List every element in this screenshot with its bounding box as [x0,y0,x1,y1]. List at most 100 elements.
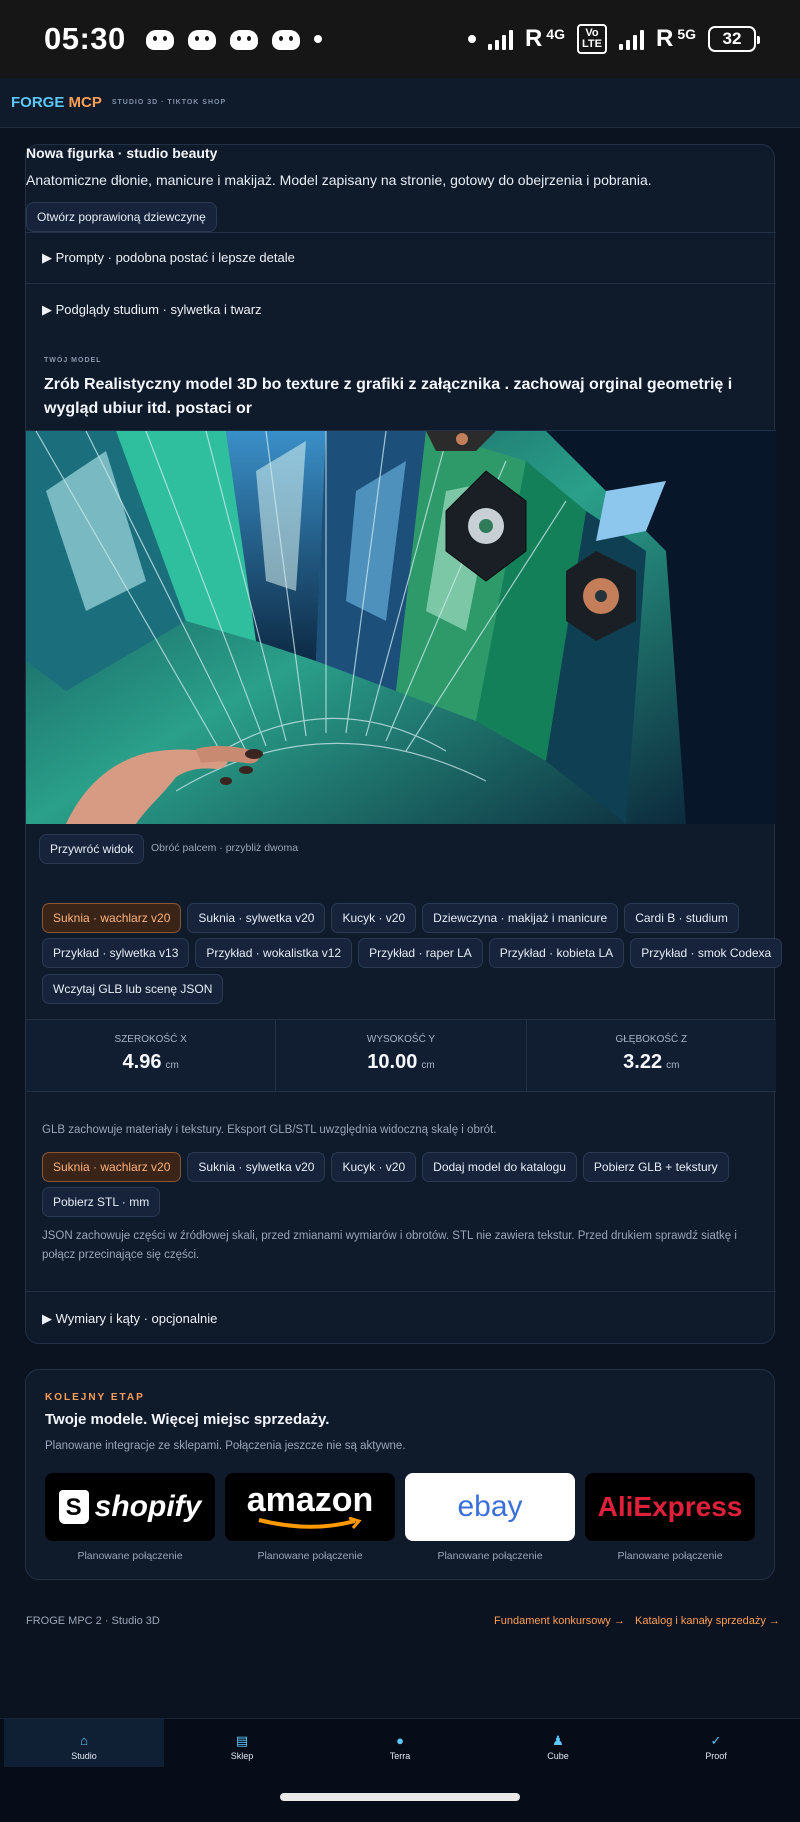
tab-cube[interactable]: ♟ Cube [478,1719,638,1767]
discord-icon [229,28,258,50]
brand-logo[interactable]: FORGE MCP [11,94,102,111]
signal-icon [487,28,513,50]
export-model-chip[interactable]: Kucyk · v20 [331,1152,417,1182]
model-chip[interactable]: Cardi B · studium [624,903,739,933]
export-model-chip[interactable]: Suknia · sylwetka v20 [187,1152,326,1182]
tab-label: Cube [547,1751,569,1761]
dimension-label: WYSOKOŚĆ Y [366,1034,436,1045]
gesture-hint: Obróć palcem · przybliż dwoma [151,842,299,854]
dimension-label: GŁĘBOKOŚĆ Z [615,1034,688,1045]
divider [26,232,776,233]
cube-icon: ♟ [552,1733,564,1748]
dimensions-summary[interactable]: ▶ Wymiary i kąty · opcjonalnie [42,1311,217,1327]
dimension-unit: cm [421,1060,435,1071]
tab-terra[interactable]: ● Terra [320,1719,480,1767]
load-glb-button[interactable]: Wczytaj GLB lub scenę JSON [42,974,224,1004]
open-model-button[interactable]: Otwórz poprawioną dziewczynę [26,202,217,232]
model-prompt: Zrób Realistyczny model 3D bo texture z … [44,376,733,417]
model-chip[interactable]: Przykład · smok Codexa [630,938,783,968]
home-indicator[interactable] [280,1793,520,1801]
model-chip[interactable]: Suknia · wachlarz v20 [42,903,182,933]
dimension-unit: cm [165,1060,179,1071]
add-to-catalog-button[interactable]: Dodaj model do katalogu [422,1152,577,1182]
roaming-label: R [655,25,674,52]
terra-icon: ● [396,1733,404,1748]
model-chip[interactable]: Kucyk · v20 [331,903,417,933]
dimension-value-wrap: 3.22 cm [527,1051,776,1074]
divider [26,1291,776,1292]
export-row-2: Pobierz STL · mm [42,1187,161,1217]
download-stl-button[interactable]: Pobierz STL · mm [42,1187,161,1217]
discord-icon [145,28,174,50]
amazon-smile-icon [258,1517,362,1529]
model-chip[interactable]: Przykład · sylwetka v13 [42,938,190,968]
status-right: R 4G Vo LTE R 5G 32 [467,24,760,54]
footer-link-catalog[interactable]: Katalog i kanały sprzedaży → [635,1615,780,1627]
dimension-depth: GŁĘBOKOŚĆ Z 3.22 cm [525,1020,776,1091]
dimension-unit: cm [666,1060,680,1071]
aliexpress-logo[interactable]: AliExpress [585,1473,755,1541]
notification-icons [145,28,322,50]
store-caption: Planowane połączenie [257,1550,363,1562]
3d-model-viewer[interactable] [26,431,776,824]
dimension-value-wrap: 10.00 cm [276,1051,525,1074]
footer-link-contest[interactable]: Fundament konkursowy → [494,1615,625,1627]
bottom-tab-bar: ⌂ Studio ▤ Sklep ● Terra ♟ Cube ✓ Proof [0,1718,800,1822]
shop-icon: ▤ [235,1733,249,1748]
card-title: Nowa figurka · studio beauty [26,145,218,161]
status-time: 05:30 [44,21,126,56]
model-chip[interactable]: Przykład · wokalistka v12 [195,938,353,968]
tab-label: Proof [705,1751,727,1761]
model-chip[interactable]: Suknia · sylwetka v20 [187,903,326,933]
download-glb-button[interactable]: Pobierz GLB + tekstury [582,1152,729,1182]
brand-subtitle: STUDIO 3D · TIKTOK SHOP [111,99,227,106]
store-name: ebay [457,1490,523,1523]
section-eyebrow: KOLEJNY ETAP [45,1392,145,1403]
store-name: AliExpress [597,1491,743,1522]
battery-icon: 32 [708,26,760,52]
ebay-logo[interactable]: ebay [405,1473,575,1541]
model-chip[interactable]: Dziewczyna · makijaż i manicure [422,903,619,933]
tab-label: Studio [71,1751,97,1761]
store-caption: Planowane połączenie [617,1550,723,1562]
tab-studio[interactable]: ⌂ Studio [4,1719,164,1767]
dimension-width: SZEROKOŚĆ X 4.96 cm [26,1020,275,1091]
store-caption: Planowane połączenie [437,1550,543,1562]
shopping-bag-icon: S [58,1490,89,1524]
brand-suffix: MCP [68,94,102,111]
tab-shop[interactable]: ▤ Sklep [162,1719,322,1767]
amazon-logo[interactable]: amazon [225,1473,395,1541]
previews-summary[interactable]: ▶ Podglądy studium · sylwetka i twarz [42,302,262,318]
tab-label: Sklep [230,1751,254,1761]
brand-name: FORGE [11,94,69,111]
dimension-value: 3.22 [623,1051,663,1073]
export-model-chip[interactable]: Suknia · wachlarz v20 [42,1152,182,1182]
model-chips-row-1: Suknia · wachlarz v20 Suknia · sylwetka … [42,903,739,933]
shopify-logo[interactable]: S shopify [45,1473,215,1541]
prompts-summary[interactable]: ▶ Prompty · podobna postać i lepsze deta… [42,250,295,266]
tab-proof[interactable]: ✓ Proof [636,1719,796,1767]
model-render [26,431,776,824]
studio-card: Nowa figurka · studio beauty Anatomiczne… [25,144,783,1344]
model-chip[interactable]: Przykład · raper LA [358,938,483,968]
glb-note: GLB zachowuje materiały i tekstury. Eksp… [42,1124,497,1136]
network-type: 5G [677,26,696,42]
store-caption: Planowane połączenie [77,1550,183,1562]
dimensions-panel: SZEROKOŚĆ X 4.96 cm WYSOKOŚĆ Y 10.00 cm GŁ… [26,1019,776,1092]
card-description: Anatomiczne dłonie, manicure i makijaż. … [26,172,652,188]
section-subtitle: Planowane integracje ze sklepami. Połącz… [45,1440,406,1452]
dimension-value: 4.96 [122,1051,162,1073]
model-chip[interactable]: Przykład · kobieta LA [488,938,625,968]
status-bar: 05:30 R 4G Vo LTE R 5G 32 [0,0,800,78]
json-note: JSON zachowuje części w źródłowej skali,… [42,1230,737,1261]
your-model-label: TWÓJ MODEL [44,357,102,364]
section-title: Twoje modele. Więcej miejsc sprzedaży. [45,1411,330,1428]
model-chips-row-2: Przykład · sylwetka v13 Przykład · wokal… [42,938,783,968]
dimension-label: SZEROKOŚĆ X [114,1034,187,1045]
export-row-1: Suknia · wachlarz v20 Suknia · sylwetka … [42,1152,729,1182]
discord-icon [271,28,300,50]
more-notifications-icon [313,35,322,43]
app-header: FORGE MCP STUDIO 3D · TIKTOK SHOP [0,78,800,128]
store-name: amazon [246,1481,374,1519]
reset-view-button[interactable]: Przywróć widok [39,834,145,864]
